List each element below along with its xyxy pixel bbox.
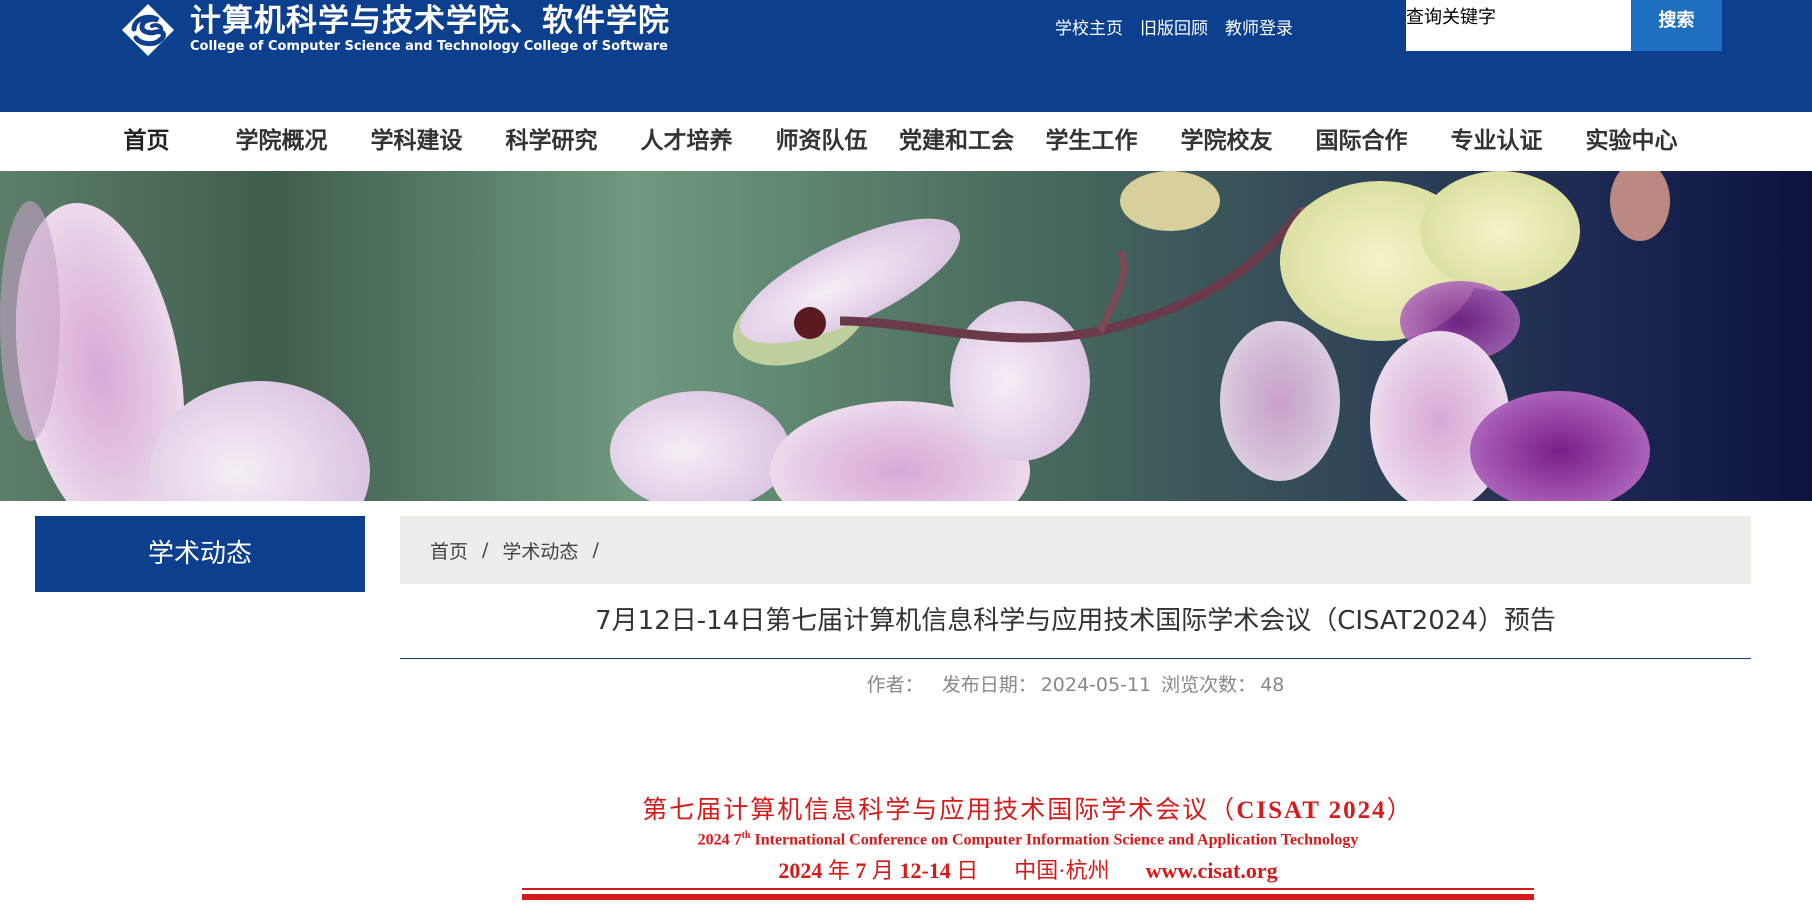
breadcrumb-home[interactable]: 首页 bbox=[430, 537, 468, 564]
nav-item-research[interactable]: 科学研究 bbox=[484, 112, 619, 171]
poster-date-line: 2024 年 7 月 12-14 日中国·杭州 www.cisat.org bbox=[778, 858, 1278, 884]
poster-location: 中国·杭州 bbox=[1014, 858, 1110, 884]
nav-item-education[interactable]: 人才培养 bbox=[619, 112, 754, 171]
search-button[interactable]: 搜索 bbox=[1631, 0, 1722, 51]
link-old-version[interactable]: 旧版回顾 bbox=[1140, 14, 1208, 39]
nav-item-lab-center[interactable]: 实验中心 bbox=[1564, 112, 1699, 171]
search-box: 搜索 bbox=[1406, 0, 1722, 51]
search-input[interactable] bbox=[1406, 0, 1631, 51]
top-links: 学校主页 旧版回顾 教师登录 bbox=[1055, 14, 1293, 39]
link-teacher-login[interactable]: 教师登录 bbox=[1225, 14, 1293, 39]
nav-item-home[interactable]: 首页 bbox=[79, 112, 214, 171]
poster-website[interactable]: www.cisat.org bbox=[1146, 858, 1278, 883]
nav-item-students[interactable]: 学生工作 bbox=[1024, 112, 1159, 171]
conference-poster: 第七届计算机信息科学与应用技术国际学术会议（CISAT 2024） 2024 7… bbox=[522, 790, 1534, 900]
poster-title-code: CISAT 2024 bbox=[1236, 797, 1387, 824]
meta-date-label: 发布日期： bbox=[941, 674, 1037, 696]
poster-divider-thick bbox=[522, 894, 1534, 900]
nav-item-discipline[interactable]: 学科建设 bbox=[349, 112, 484, 171]
banner-image bbox=[0, 171, 1812, 501]
nav-item-accreditation[interactable]: 专业认证 bbox=[1429, 112, 1564, 171]
meta-views-label: 浏览次数： bbox=[1161, 674, 1257, 696]
college-name-en: College of Computer Science and Technolo… bbox=[190, 39, 668, 54]
site-logo[interactable]: 计算机科学与技术学院、软件学院 College of Computer Scie… bbox=[120, 0, 670, 60]
meta-views: 48 bbox=[1260, 674, 1285, 696]
nav-item-about[interactable]: 学院概况 bbox=[214, 112, 349, 171]
title-divider bbox=[400, 658, 1751, 659]
meta-author-label: 作者： bbox=[866, 674, 924, 696]
college-logo-icon bbox=[122, 4, 174, 56]
article-title: 7月12日-14日第七届计算机信息科学与应用技术国际学术会议（CISAT2024… bbox=[595, 606, 1556, 636]
breadcrumb-separator: / bbox=[592, 539, 599, 561]
nav-item-party[interactable]: 党建和工会 bbox=[889, 112, 1024, 171]
nav-item-alumni[interactable]: 学院校友 bbox=[1159, 112, 1294, 171]
nav-item-faculty[interactable]: 师资队伍 bbox=[754, 112, 889, 171]
poster-title-cn: 第七届计算机信息科学与应用技术国际学术会议（CISAT 2024） bbox=[642, 795, 1414, 824]
breadcrumb: 首页 / 学术动态 / bbox=[400, 516, 1751, 584]
poster-title-en: 2024 7th International Conference on Com… bbox=[697, 830, 1359, 849]
main-nav: 首页 学院概况 学科建设 科学研究 人才培养 师资队伍 党建和工会 学生工作 学… bbox=[0, 112, 1812, 171]
poster-divider-thin bbox=[522, 888, 1534, 890]
breadcrumb-separator: / bbox=[482, 539, 489, 561]
college-name-cn: 计算机科学与技术学院、软件学院 bbox=[190, 3, 670, 39]
nav-item-international[interactable]: 国际合作 bbox=[1294, 112, 1429, 171]
breadcrumb-section[interactable]: 学术动态 bbox=[502, 537, 578, 564]
sidebar-title: 学术动态 bbox=[35, 516, 365, 592]
link-school-home[interactable]: 学校主页 bbox=[1055, 14, 1123, 39]
meta-date: 2024-05-11 bbox=[1040, 674, 1152, 696]
article-meta: 作者： 发布日期： 2024-05-11 浏览次数： 48 bbox=[400, 670, 1751, 697]
site-header: 计算机科学与技术学院、软件学院 College of Computer Scie… bbox=[0, 0, 1812, 112]
